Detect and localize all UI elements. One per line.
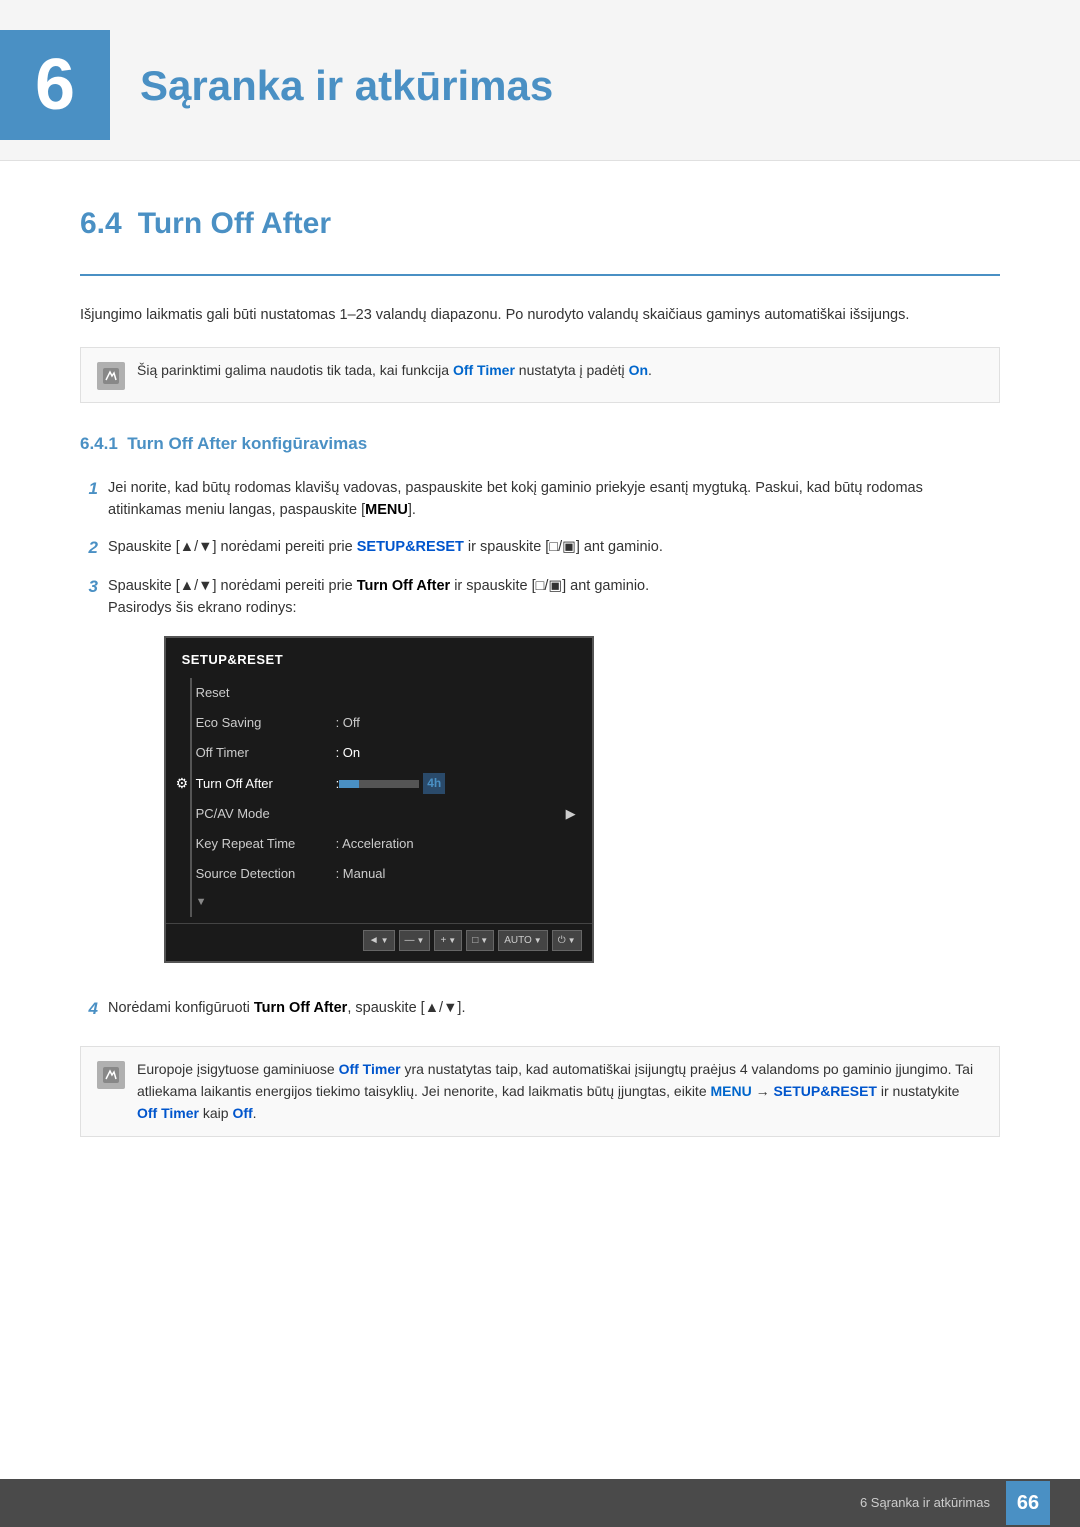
- key-repeat-label: Key Repeat Time: [196, 834, 336, 854]
- step-num-2: 2: [80, 535, 98, 561]
- note2-menu: MENU: [711, 1083, 752, 1099]
- note-icon-1: [97, 362, 125, 390]
- note1-bold1: Off Timer: [453, 362, 515, 378]
- eco-label: Eco Saving: [196, 713, 336, 733]
- step-num-3: 3: [80, 574, 98, 600]
- turn-off-after-label: Turn Off After: [196, 774, 336, 794]
- key-repeat-value: : Acceleration: [336, 834, 414, 854]
- step-text-1: Jei norite, kad būtų rodomas klavišų vad…: [108, 477, 1000, 522]
- subsection-number: 6.4.1: [80, 434, 118, 453]
- note-box-2: Europoje įsigytuose gaminiuose Off Timer…: [80, 1046, 1000, 1137]
- menu-item-off-timer: Off Timer : On: [166, 738, 592, 768]
- step-3: 3 Spauskite [▲/▼] norėdami pereiti prie …: [80, 575, 1000, 983]
- section-title: 6.4 Turn Off After: [80, 201, 1000, 246]
- section-name: Turn Off After: [138, 201, 331, 246]
- tri-down-6: [568, 933, 576, 949]
- tri-down-4: [480, 933, 488, 949]
- step-4: 4 Norėdami konfigūruoti Turn Off After, …: [80, 997, 1000, 1022]
- source-value: : Manual: [336, 864, 386, 884]
- step-2: 2 Spauskite [▲/▼] norėdami pereiti prie …: [80, 536, 1000, 561]
- slider-bar: [339, 780, 419, 788]
- page-number: 66: [1006, 1481, 1050, 1525]
- note-2-text: Europoje įsigytuose gaminiuose Off Timer…: [137, 1059, 983, 1124]
- pencil-icon-2: [102, 1066, 120, 1084]
- step-3-content: Spauskite [▲/▼] norėdami pereiti prie Tu…: [108, 575, 649, 983]
- tri-down-3: [448, 933, 456, 949]
- note-1-text: Šią parinktimi galima naudotis tik tada,…: [137, 360, 652, 382]
- note1-before: Šią parinktimi galima naudotis tik tada,…: [137, 362, 453, 378]
- intro-paragraph: Išjungimo laikmatis gali būti nustatomas…: [80, 304, 1000, 327]
- note2-setup: SETUP&RESET: [774, 1083, 877, 1099]
- chapter-header: 6 Sąranka ir atkūrimas: [0, 0, 1080, 161]
- menu-item-turn-off-after: ⚙ Turn Off After : 4h: [166, 768, 592, 799]
- menu-item-pcav: PC/AV Mode ▶: [166, 799, 592, 829]
- chapter-title: Sąranka ir atkūrimas: [140, 54, 553, 117]
- screen-bottom-bar: ◄ — + □ AUTO ⏻: [166, 923, 592, 954]
- btn-plus: +: [434, 930, 462, 952]
- note2-off-timer2: Off Timer: [137, 1105, 199, 1121]
- menu-items-container: Reset Eco Saving : Off Off Timer : On: [166, 678, 592, 916]
- menu-item-source: Source Detection : Manual: [166, 859, 592, 889]
- tri-down-2: [417, 933, 425, 949]
- screen-header: SETUP&RESET: [166, 650, 592, 678]
- btn-auto: AUTO: [498, 930, 548, 952]
- section-divider: [80, 274, 1000, 276]
- gear-icon: ⚙: [176, 773, 189, 795]
- menu-item-key-repeat: Key Repeat Time : Acceleration: [166, 829, 592, 859]
- pcav-arrow: ▶: [566, 804, 576, 824]
- slider-value-label: 4h: [423, 773, 445, 794]
- step-num-4: 4: [80, 996, 98, 1022]
- step-text-2: Spauskite [▲/▼] norėdami pereiti prie SE…: [108, 536, 663, 558]
- note-box-1: Šią parinktimi galima naudotis tik tada,…: [80, 347, 1000, 403]
- step-num-1: 1: [80, 476, 98, 502]
- tri-down-5: [534, 933, 542, 949]
- reset-label: Reset: [196, 683, 336, 703]
- note2-off: Off: [232, 1105, 252, 1121]
- note1-middle: nustatyta į padėtį: [515, 362, 629, 378]
- pencil-icon: [102, 367, 120, 385]
- section-number: 6.4: [80, 201, 122, 246]
- footer-chapter-text: 6 Sąranka ir atkūrimas: [860, 1493, 990, 1513]
- chapter-number: 6: [0, 30, 110, 140]
- steps-list: 1 Jei norite, kad būtų rodomas klavišų v…: [80, 477, 1000, 1023]
- step-text-4: Norėdami konfigūruoti Turn Off After, sp…: [108, 997, 466, 1019]
- subsection-name: Turn Off After konfigūravimas: [127, 434, 367, 453]
- slider-fill: [339, 780, 359, 788]
- btn-square: □: [466, 930, 494, 952]
- more-indicator: ▼: [196, 894, 207, 911]
- screen-container: SETUP&RESET Reset Eco Saving : Off: [108, 636, 649, 963]
- eco-value: : Off: [336, 713, 360, 733]
- note1-bold2: On: [629, 362, 648, 378]
- slider-container: 4h: [339, 773, 445, 794]
- off-timer-value: : On: [336, 743, 361, 763]
- step4-turn-off: Turn Off After: [254, 1000, 347, 1016]
- note-icon-2: [97, 1061, 125, 1089]
- btn-minus: —: [399, 930, 431, 952]
- step3-turn-off: Turn Off After: [357, 578, 450, 594]
- screen-mock: SETUP&RESET Reset Eco Saving : Off: [164, 636, 594, 963]
- menu-item-eco: Eco Saving : Off: [166, 708, 592, 738]
- note1-after: .: [648, 362, 652, 378]
- btn-left: ◄: [363, 930, 395, 952]
- btn-power: ⏻: [552, 930, 582, 952]
- page-footer: 6 Sąranka ir atkūrimas 66: [0, 1479, 1080, 1527]
- subsection-title: 6.4.1 Turn Off After konfigūravimas: [80, 431, 1000, 457]
- menu-item-reset: Reset: [166, 678, 592, 708]
- tri-down-1: [381, 933, 389, 949]
- menu-item-more: ▼: [166, 889, 592, 916]
- step-1: 1 Jei norite, kad būtų rodomas klavišų v…: [80, 477, 1000, 522]
- step-3-subtext: Pasirodys šis ekrano rodinys:: [108, 600, 297, 616]
- off-timer-label: Off Timer: [196, 743, 336, 763]
- step2-setup: SETUP&RESET: [357, 539, 464, 555]
- note2-off-timer1: Off Timer: [339, 1061, 401, 1077]
- menu-bold: MENU: [365, 502, 408, 518]
- pcav-label: PC/AV Mode: [196, 804, 336, 824]
- step-text-3: Spauskite [▲/▼] norėdami pereiti prie Tu…: [108, 578, 649, 594]
- source-label: Source Detection: [196, 864, 336, 884]
- main-content: 6.4 Turn Off After Išjungimo laikmatis g…: [0, 201, 1080, 1245]
